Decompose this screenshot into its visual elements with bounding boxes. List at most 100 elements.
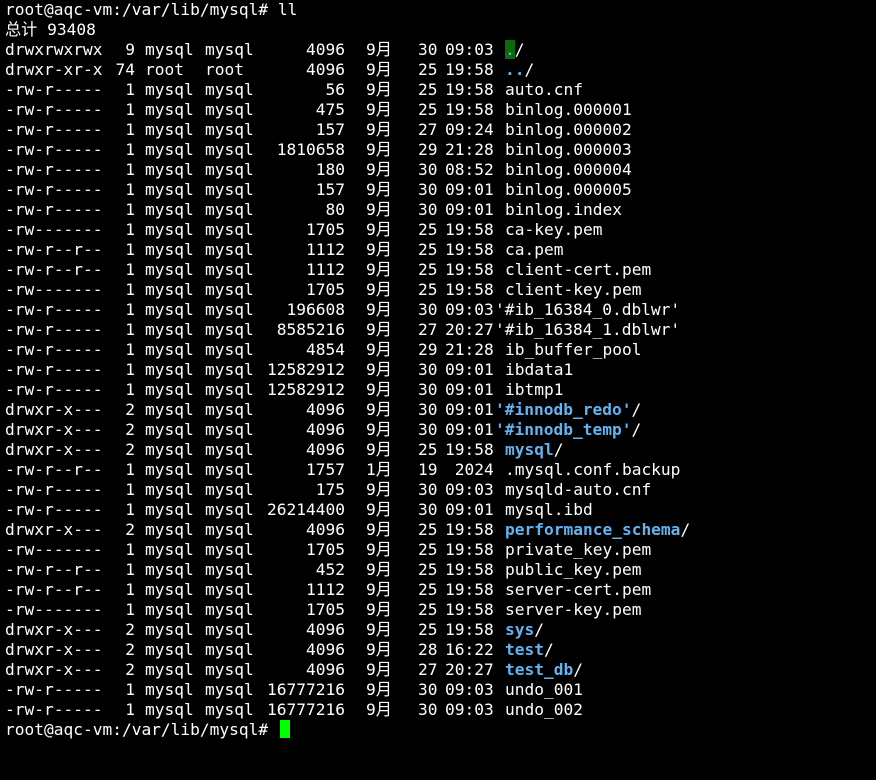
entry-name: public_key.pem	[505, 560, 642, 579]
entry-day: 25	[418, 80, 438, 99]
entry-owner: mysql	[145, 600, 194, 619]
entry-month: 9月	[366, 600, 392, 619]
file-entry: -rw-r----- 1 mysql mysql 56 9月 25 19:58 auto.cnf	[0, 80, 876, 100]
entry-month: 9月	[366, 40, 392, 59]
entry-owner: mysql	[145, 360, 194, 379]
file-entry: drwxr-x--- 2 mysql mysql 4096 9月 25 19:58 sys/	[0, 620, 876, 640]
entry-day: 25	[418, 220, 438, 239]
file-entry: -rw------- 1 mysql mysql 1705 9月 25 19:58 client…	[0, 280, 876, 300]
entry-time: 16:22	[445, 640, 494, 659]
file-entry: -rw-r--r-- 1 mysql mysql 1112 9月 25 19:58 ca.pem	[0, 240, 876, 260]
entry-month: 9月	[366, 360, 392, 379]
entry-size: 157	[315, 180, 345, 199]
entry-size: 1705	[306, 600, 345, 619]
entry-links: 1	[125, 100, 135, 119]
entry-time: 19:58	[445, 100, 494, 119]
entry-size: 4096	[306, 640, 345, 659]
entry-perm: drwxr-x---	[5, 400, 103, 419]
file-entry: -rw------- 1 mysql mysql 1705 9月 25 19:58 server…	[0, 600, 876, 620]
entry-month: 9月	[366, 260, 392, 279]
entry-time: 09:01	[445, 360, 494, 379]
entry-time: 20:27	[445, 660, 494, 679]
entry-name: server-cert.pem	[505, 580, 652, 599]
entry-day: 27	[418, 320, 438, 339]
entry-day: 30	[418, 700, 438, 719]
file-listing: drwxrwxrwx 9 mysql mysql 4096 9月 30 09:03 ./drwx…	[0, 40, 876, 720]
file-entry: -rw-r----- 1 mysql mysql 175 9月 30 09:03 mysqld-…	[0, 480, 876, 500]
entry-name: test_db	[505, 660, 574, 679]
entry-time: 20:27	[445, 320, 494, 339]
entry-links: 1	[125, 560, 135, 579]
entry-links: 1	[125, 200, 135, 219]
entry-month: 9月	[366, 400, 392, 419]
entry-day: 30	[418, 380, 438, 399]
entry-owner: mysql	[145, 620, 194, 639]
entry-name: ibdata1	[505, 360, 574, 379]
file-entry: -rw-r--r-- 1 mysql mysql 1112 9月 25 19:58 server…	[0, 580, 876, 600]
terminal-window[interactable]: root@aqc-vm:/var/lib/mysql# ll 总计 93408 …	[0, 0, 876, 750]
file-entry: drwxr-x--- 2 mysql mysql 4096 9月 30 09:01 '#inno…	[0, 420, 876, 440]
entry-links: 2	[125, 420, 135, 439]
entry-month: 9月	[366, 300, 392, 319]
entry-day: 25	[418, 60, 438, 79]
entry-day: 25	[418, 520, 438, 539]
entry-perm: -rw-r-----	[5, 500, 103, 519]
entry-day: 30	[418, 40, 438, 59]
entry-size: 4096	[306, 620, 345, 639]
entry-perm: -rw-r-----	[5, 80, 103, 99]
entry-month: 9月	[366, 580, 392, 599]
entry-day: 30	[418, 180, 438, 199]
entry-size: 196608	[286, 300, 345, 319]
entry-links: 2	[125, 660, 135, 679]
entry-links: 1	[125, 600, 135, 619]
entry-name: mysql.ibd	[505, 500, 593, 519]
entry-links: 1	[125, 460, 135, 479]
entry-time: 09:24	[445, 120, 494, 139]
file-entry: -rw-r----- 1 mysql mysql 80 9月 30 09:01 binlog.i…	[0, 200, 876, 220]
entry-links: 1	[125, 540, 135, 559]
entry-suffix: /	[524, 60, 535, 79]
entry-owner: mysql	[145, 640, 194, 659]
entry-owner: mysql	[145, 160, 194, 179]
entry-month: 9月	[366, 340, 392, 359]
file-entry: -rw-r----- 1 mysql mysql 26214400 9月 30 09:01 my…	[0, 500, 876, 520]
entry-links: 1	[125, 120, 135, 139]
entry-day: 25	[418, 280, 438, 299]
entry-time: 09:03	[445, 700, 494, 719]
entry-perm: -rw-r-----	[5, 320, 103, 339]
entry-suffix: /	[631, 420, 642, 439]
entry-size: 4096	[306, 40, 345, 59]
entry-month: 9月	[366, 620, 392, 639]
file-entry: -rw-r----- 1 mysql mysql 180 9月 30 08:52 binlog.…	[0, 160, 876, 180]
entry-month: 9月	[366, 140, 392, 159]
entry-perm: drwxr-xr-x	[5, 60, 103, 79]
file-entry: -rw-r----- 1 mysql mysql 157 9月 27 09:24 binlog.…	[0, 120, 876, 140]
entry-owner: mysql	[145, 220, 194, 239]
entry-links: 2	[125, 520, 135, 539]
entry-links: 1	[125, 140, 135, 159]
entry-name: auto.cnf	[505, 80, 583, 99]
entry-name: ca-key.pem	[505, 220, 603, 239]
terminal-cursor[interactable]	[279, 720, 290, 738]
entry-time: 19:58	[445, 540, 494, 559]
entry-links: 1	[125, 80, 135, 99]
entry-time: 19:58	[445, 60, 494, 79]
file-entry: -rw-r--r-- 1 mysql mysql 452 9月 25 19:58 public_…	[0, 560, 876, 580]
entry-group: root	[205, 60, 244, 79]
prompt-line[interactable]: root@aqc-vm:/var/lib/mysql#	[0, 720, 876, 740]
entry-name: client-key.pem	[505, 280, 642, 299]
entry-name: test	[505, 640, 544, 659]
entry-perm: drwxr-x---	[5, 520, 103, 539]
entry-perm: -rw-r--r--	[5, 560, 103, 579]
entry-owner: mysql	[145, 120, 194, 139]
file-entry: -rw-r----- 1 mysql mysql 16777216 9月 30 09:03 un…	[0, 700, 876, 720]
file-entry: drwxr-xr-x 74 root root 4096 9月 25 19:58 ../	[0, 60, 876, 80]
entry-suffix: /	[631, 400, 642, 419]
entry-links: 1	[125, 680, 135, 699]
command-text: ll	[277, 0, 298, 19]
entry-month: 9月	[366, 100, 392, 119]
entry-day: 25	[418, 440, 438, 459]
entry-month: 9月	[366, 200, 392, 219]
entry-name: binlog.000004	[505, 160, 632, 179]
entry-time: 19:58	[445, 620, 494, 639]
